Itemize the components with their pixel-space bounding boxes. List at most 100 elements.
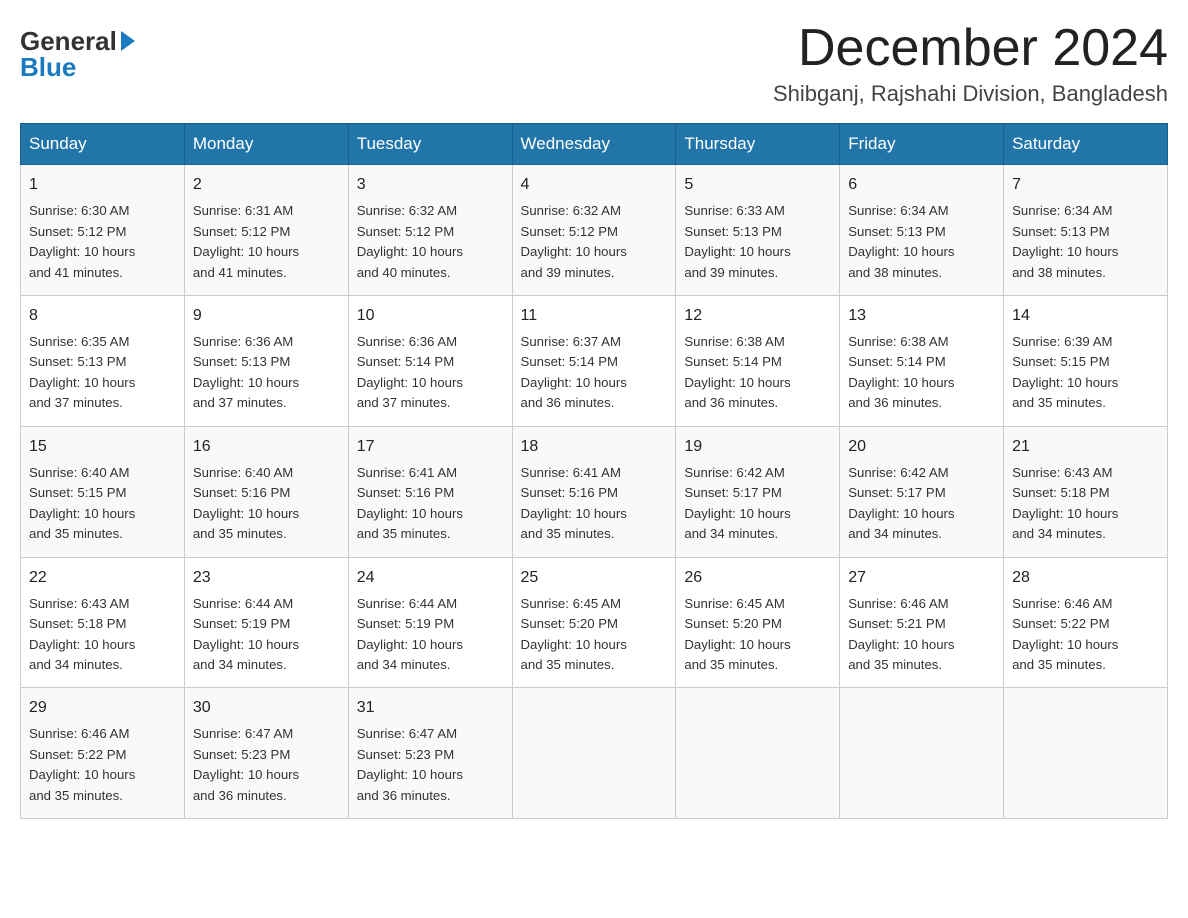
logo-triangle-icon: [121, 31, 135, 51]
day-info: Sunrise: 6:42 AMSunset: 5:17 PMDaylight:…: [684, 463, 831, 545]
day-info: Sunrise: 6:46 AMSunset: 5:21 PMDaylight:…: [848, 594, 995, 676]
calendar-day-cell: 19 Sunrise: 6:42 AMSunset: 5:17 PMDayligh…: [676, 426, 840, 557]
calendar-day-cell: 27 Sunrise: 6:46 AMSunset: 5:21 PMDayligh…: [840, 557, 1004, 688]
day-number: 3: [357, 173, 504, 197]
day-info: Sunrise: 6:31 AMSunset: 5:12 PMDaylight:…: [193, 201, 340, 283]
logo: General Blue: [20, 20, 135, 80]
calendar-week-row: 29 Sunrise: 6:46 AMSunset: 5:22 PMDayligh…: [21, 688, 1168, 819]
calendar-day-cell: 11 Sunrise: 6:37 AMSunset: 5:14 PMDayligh…: [512, 296, 676, 427]
calendar-day-cell: 30 Sunrise: 6:47 AMSunset: 5:23 PMDayligh…: [184, 688, 348, 819]
day-number: 20: [848, 435, 995, 459]
day-info: Sunrise: 6:40 AMSunset: 5:15 PMDaylight:…: [29, 463, 176, 545]
day-info: Sunrise: 6:36 AMSunset: 5:14 PMDaylight:…: [357, 332, 504, 414]
day-info: Sunrise: 6:42 AMSunset: 5:17 PMDaylight:…: [848, 463, 995, 545]
day-info: Sunrise: 6:30 AMSunset: 5:12 PMDaylight:…: [29, 201, 176, 283]
calendar-day-cell: 31 Sunrise: 6:47 AMSunset: 5:23 PMDayligh…: [348, 688, 512, 819]
weekday-header-sunday: Sunday: [21, 124, 185, 165]
day-info: Sunrise: 6:38 AMSunset: 5:14 PMDaylight:…: [848, 332, 995, 414]
day-number: 25: [521, 566, 668, 590]
day-info: Sunrise: 6:36 AMSunset: 5:13 PMDaylight:…: [193, 332, 340, 414]
day-number: 23: [193, 566, 340, 590]
subtitle: Shibganj, Rajshahi Division, Bangladesh: [773, 81, 1168, 107]
calendar-day-cell: 28Sunrise: 6:46 AMSunset: 5:22 PMDayligh…: [1004, 557, 1168, 688]
day-number: 8: [29, 304, 176, 328]
calendar-day-cell: 26Sunrise: 6:45 AMSunset: 5:20 PMDayligh…: [676, 557, 840, 688]
calendar-day-cell: 21 Sunrise: 6:43 AMSunset: 5:18 PMDayligh…: [1004, 426, 1168, 557]
day-info: Sunrise: 6:41 AMSunset: 5:16 PMDaylight:…: [521, 463, 668, 545]
day-info: Sunrise: 6:47 AMSunset: 5:23 PMDaylight:…: [193, 724, 340, 806]
calendar-empty-cell: [676, 688, 840, 819]
calendar-table: SundayMondayTuesdayWednesdayThursdayFrid…: [20, 123, 1168, 819]
calendar-day-cell: 29 Sunrise: 6:46 AMSunset: 5:22 PMDayligh…: [21, 688, 185, 819]
weekday-header-wednesday: Wednesday: [512, 124, 676, 165]
day-number: 11: [521, 304, 668, 328]
main-title: December 2024: [773, 20, 1168, 77]
page-header: General Blue December 2024 Shibganj, Raj…: [20, 20, 1168, 107]
calendar-week-row: 8Sunrise: 6:35 AMSunset: 5:13 PMDaylight…: [21, 296, 1168, 427]
calendar-week-row: 1Sunrise: 6:30 AMSunset: 5:12 PMDaylight…: [21, 165, 1168, 296]
day-number: 27: [848, 566, 995, 590]
day-info: Sunrise: 6:40 AMSunset: 5:16 PMDaylight:…: [193, 463, 340, 545]
calendar-day-cell: 25 Sunrise: 6:45 AMSunset: 5:20 PMDayligh…: [512, 557, 676, 688]
day-info: Sunrise: 6:45 AMSunset: 5:20 PMDaylight:…: [521, 594, 668, 676]
day-number: 18: [521, 435, 668, 459]
weekday-header-tuesday: Tuesday: [348, 124, 512, 165]
title-area: December 2024 Shibganj, Rajshahi Divisio…: [773, 20, 1168, 107]
day-info: Sunrise: 6:37 AMSunset: 5:14 PMDaylight:…: [521, 332, 668, 414]
day-info: Sunrise: 6:47 AMSunset: 5:23 PMDaylight:…: [357, 724, 504, 806]
calendar-day-cell: 4 Sunrise: 6:32 AMSunset: 5:12 PMDaylight…: [512, 165, 676, 296]
calendar-day-cell: 5 Sunrise: 6:33 AMSunset: 5:13 PMDaylight…: [676, 165, 840, 296]
day-number: 6: [848, 173, 995, 197]
day-info: Sunrise: 6:46 AMSunset: 5:22 PMDaylight:…: [29, 724, 176, 806]
day-info: Sunrise: 6:34 AMSunset: 5:13 PMDaylight:…: [1012, 201, 1159, 283]
day-info: Sunrise: 6:43 AMSunset: 5:18 PMDaylight:…: [1012, 463, 1159, 545]
weekday-header-thursday: Thursday: [676, 124, 840, 165]
day-number: 22: [29, 566, 176, 590]
logo-general-text: General: [20, 28, 117, 54]
day-info: Sunrise: 6:38 AMSunset: 5:14 PMDaylight:…: [684, 332, 831, 414]
day-number: 7: [1012, 173, 1159, 197]
day-number: 16: [193, 435, 340, 459]
day-info: Sunrise: 6:33 AMSunset: 5:13 PMDaylight:…: [684, 201, 831, 283]
calendar-day-cell: 17Sunrise: 6:41 AMSunset: 5:16 PMDayligh…: [348, 426, 512, 557]
day-number: 12: [684, 304, 831, 328]
calendar-day-cell: 23 Sunrise: 6:44 AMSunset: 5:19 PMDayligh…: [184, 557, 348, 688]
day-number: 13: [848, 304, 995, 328]
calendar-empty-cell: [1004, 688, 1168, 819]
day-number: 30: [193, 696, 340, 720]
day-info: Sunrise: 6:43 AMSunset: 5:18 PMDaylight:…: [29, 594, 176, 676]
day-info: Sunrise: 6:46 AMSunset: 5:22 PMDaylight:…: [1012, 594, 1159, 676]
calendar-empty-cell: [840, 688, 1004, 819]
calendar-week-row: 15Sunrise: 6:40 AMSunset: 5:15 PMDayligh…: [21, 426, 1168, 557]
calendar-day-cell: 9 Sunrise: 6:36 AMSunset: 5:13 PMDaylight…: [184, 296, 348, 427]
day-number: 31: [357, 696, 504, 720]
day-number: 4: [521, 173, 668, 197]
day-number: 9: [193, 304, 340, 328]
day-number: 19: [684, 435, 831, 459]
day-info: Sunrise: 6:45 AMSunset: 5:20 PMDaylight:…: [684, 594, 831, 676]
weekday-header-monday: Monday: [184, 124, 348, 165]
calendar-day-cell: 22 Sunrise: 6:43 AMSunset: 5:18 PMDayligh…: [21, 557, 185, 688]
day-info: Sunrise: 6:44 AMSunset: 5:19 PMDaylight:…: [357, 594, 504, 676]
calendar-day-cell: 2Sunrise: 6:31 AMSunset: 5:12 PMDaylight…: [184, 165, 348, 296]
day-info: Sunrise: 6:41 AMSunset: 5:16 PMDaylight:…: [357, 463, 504, 545]
day-info: Sunrise: 6:39 AMSunset: 5:15 PMDaylight:…: [1012, 332, 1159, 414]
calendar-week-row: 22 Sunrise: 6:43 AMSunset: 5:18 PMDayligh…: [21, 557, 1168, 688]
weekday-header-saturday: Saturday: [1004, 124, 1168, 165]
day-number: 21: [1012, 435, 1159, 459]
day-info: Sunrise: 6:32 AMSunset: 5:12 PMDaylight:…: [521, 201, 668, 283]
calendar-day-cell: 10 Sunrise: 6:36 AMSunset: 5:14 PMDayligh…: [348, 296, 512, 427]
day-info: Sunrise: 6:44 AMSunset: 5:19 PMDaylight:…: [193, 594, 340, 676]
calendar-day-cell: 3Sunrise: 6:32 AMSunset: 5:12 PMDaylight…: [348, 165, 512, 296]
logo-blue-text: Blue: [20, 54, 76, 80]
day-number: 10: [357, 304, 504, 328]
day-number: 29: [29, 696, 176, 720]
calendar-day-cell: 6 Sunrise: 6:34 AMSunset: 5:13 PMDaylight…: [840, 165, 1004, 296]
weekday-header-friday: Friday: [840, 124, 1004, 165]
calendar-day-cell: 1Sunrise: 6:30 AMSunset: 5:12 PMDaylight…: [21, 165, 185, 296]
calendar-day-cell: 12 Sunrise: 6:38 AMSunset: 5:14 PMDayligh…: [676, 296, 840, 427]
day-number: 5: [684, 173, 831, 197]
day-number: 14: [1012, 304, 1159, 328]
day-info: Sunrise: 6:34 AMSunset: 5:13 PMDaylight:…: [848, 201, 995, 283]
calendar-day-cell: 8Sunrise: 6:35 AMSunset: 5:13 PMDaylight…: [21, 296, 185, 427]
